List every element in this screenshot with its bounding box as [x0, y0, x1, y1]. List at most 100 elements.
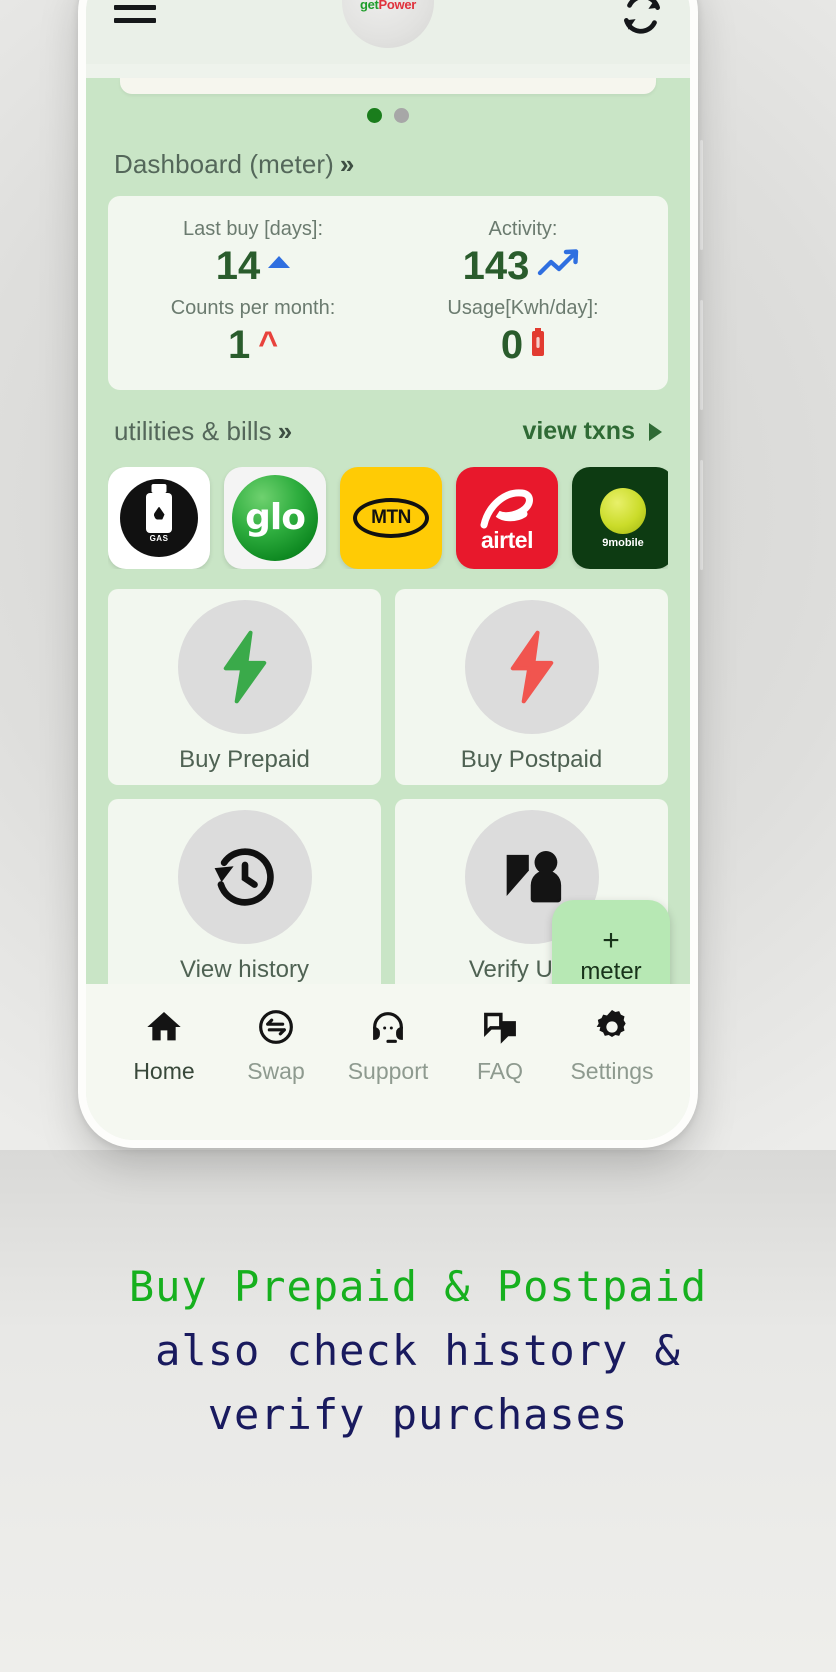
- app-scroll-body: Dashboard (meter) » Last buy [days]: 14 …: [86, 78, 690, 1014]
- nav-item-faq[interactable]: FAQ: [444, 1006, 556, 1085]
- guide-line-1: [700, 140, 703, 250]
- phone-mockup: getPower Dashboard (meter) » Last buy [d…: [78, 0, 698, 1148]
- utility-logo-glo[interactable]: glo: [224, 467, 326, 569]
- nav-item-swap[interactable]: Swap: [220, 1006, 332, 1085]
- view-txns-link[interactable]: view txns: [522, 417, 662, 446]
- nav-item-support[interactable]: Support: [332, 1006, 444, 1085]
- chevron-double-right-icon: »: [277, 416, 293, 446]
- utility-logo-airtel[interactable]: airtel: [456, 467, 558, 569]
- headset-icon: [367, 1006, 409, 1048]
- stat-activity-label: Activity:: [488, 218, 558, 240]
- nav-item-settings[interactable]: Settings: [556, 1006, 668, 1085]
- bottom-navigation: Home Swap Support FAQ Settings: [86, 984, 690, 1140]
- app-logo[interactable]: getPower: [342, 0, 434, 48]
- stat-counts-per-month: Counts per month: 1 ^: [118, 297, 388, 366]
- promo-banner[interactable]: [120, 78, 656, 94]
- caption-line-1: Buy Prepaid & Postpaid: [128, 1262, 708, 1311]
- app-header: getPower: [86, 0, 690, 64]
- caret-up-red-icon: ^: [258, 325, 279, 363]
- action-tile-buy-prepaid[interactable]: Buy Prepaid: [108, 589, 381, 785]
- stat-last-buy-value: 14: [215, 244, 261, 288]
- view-txns-label: view txns: [522, 417, 635, 445]
- guide-line-3: [700, 460, 703, 570]
- stat-counts-value: 1: [227, 323, 251, 367]
- stat-last-buy-value-row: 14: [118, 245, 388, 287]
- nav-label-support: Support: [347, 1058, 429, 1084]
- stat-last-buy: Last buy [days]: 14: [118, 218, 388, 287]
- plus-icon: +: [602, 924, 620, 957]
- guide-line-2: [700, 300, 703, 410]
- swap-icon: [255, 1006, 297, 1048]
- view-history-icon-circle: [177, 810, 312, 944]
- dashboard-section-header: Dashboard (meter) »: [108, 149, 668, 180]
- nine-mobile-label: 9mobile: [602, 536, 644, 549]
- mtn-oval: MTN: [353, 498, 429, 538]
- verify-person-icon: [506, 851, 561, 903]
- caption-line-2: also check history &: [155, 1326, 681, 1375]
- nav-label-faq: FAQ: [476, 1058, 523, 1084]
- bolt-red-icon: [510, 630, 553, 704]
- carousel-dot-2[interactable]: [394, 108, 409, 123]
- view-history-label: View history: [180, 956, 309, 983]
- buy-postpaid-icon-circle: [464, 600, 599, 734]
- stat-activity-value: 143: [462, 244, 530, 288]
- nav-label-settings: Settings: [570, 1058, 654, 1084]
- chevron-double-right-icon: »: [339, 149, 355, 179]
- utility-logo-mtn[interactable]: MTN: [340, 467, 442, 569]
- stat-activity-value-row: 143: [388, 245, 658, 287]
- stat-usage-value-row: 0: [388, 324, 658, 366]
- bolt-green-icon: [223, 630, 266, 704]
- stat-last-buy-label: Last buy [days]:: [182, 218, 324, 240]
- nav-item-home[interactable]: Home: [108, 1006, 220, 1085]
- utilities-title: utilities & bills: [114, 416, 272, 446]
- carousel-dot-1[interactable]: [367, 108, 382, 123]
- action-tile-view-history[interactable]: View history: [108, 799, 381, 995]
- history-clock-icon: [214, 848, 274, 906]
- utilities-title-group[interactable]: utilities & bills »: [114, 416, 292, 447]
- mtn-logo-label: MTN: [371, 507, 411, 528]
- stat-activity: Activity: 143: [388, 218, 658, 287]
- stat-counts-label: Counts per month:: [170, 297, 336, 319]
- chat-icon: [479, 1006, 521, 1048]
- logo-power-text: Power: [378, 0, 417, 12]
- dashboard-stats-card: Last buy [days]: 14 Activity: 143 Counts…: [108, 196, 668, 390]
- airtel-inner: airtel: [456, 467, 558, 569]
- buy-prepaid-icon-circle: [177, 600, 312, 734]
- home-icon: [143, 1006, 185, 1048]
- gas-cylinder-body: [146, 493, 172, 533]
- gear-icon: [591, 1006, 633, 1048]
- buy-prepaid-label: Buy Prepaid: [179, 746, 310, 773]
- stat-usage: Usage[Kwh/day]: 0: [388, 297, 658, 366]
- trend-up-blue-icon: [537, 247, 583, 286]
- logo-get-text: get: [359, 0, 379, 12]
- utilities-section-header: utilities & bills » view txns: [108, 416, 668, 447]
- airtel-logo-label: airtel: [481, 526, 533, 553]
- utility-logo-gas[interactable]: GAS: [108, 467, 210, 569]
- buy-postpaid-label: Buy Postpaid: [460, 746, 603, 773]
- utility-logo-9mobile[interactable]: 9mobile: [572, 467, 668, 569]
- nine-mobile-ball-icon: [600, 487, 646, 534]
- nav-label-home: Home: [133, 1058, 195, 1084]
- app-logo-text: getPower: [360, 0, 416, 12]
- gas-logo-label: GAS: [149, 534, 169, 543]
- triangle-up-blue-icon: [268, 256, 291, 268]
- glo-ball: glo: [232, 475, 318, 561]
- nav-label-swap: Swap: [247, 1058, 305, 1084]
- caption-block: Buy Prepaid & Postpaid also check histor…: [0, 1255, 836, 1447]
- carousel-dots: [108, 108, 668, 123]
- gas-drop-icon: [153, 506, 165, 520]
- battery-red-icon: [531, 327, 545, 363]
- nine-mobile-inner: 9mobile: [572, 467, 668, 569]
- refresh-icon[interactable]: [620, 0, 664, 36]
- dashboard-title-group[interactable]: Dashboard (meter) »: [114, 149, 354, 180]
- stat-counts-value-row: 1 ^: [118, 324, 388, 366]
- utility-logos-row[interactable]: GAS glo MTN airtel 9mobile: [108, 467, 668, 569]
- gas-cylinder-icon: GAS: [120, 479, 198, 557]
- stat-usage-label: Usage[Kwh/day]:: [447, 297, 599, 319]
- hamburger-menu-icon[interactable]: [114, 0, 156, 29]
- airtel-swoosh-icon: [480, 488, 533, 528]
- phone-screen: getPower Dashboard (meter) » Last buy [d…: [86, 0, 690, 1140]
- stat-usage-value: 0: [500, 323, 524, 367]
- action-tile-buy-postpaid[interactable]: Buy Postpaid: [395, 589, 668, 785]
- dashboard-title: Dashboard (meter): [114, 149, 334, 179]
